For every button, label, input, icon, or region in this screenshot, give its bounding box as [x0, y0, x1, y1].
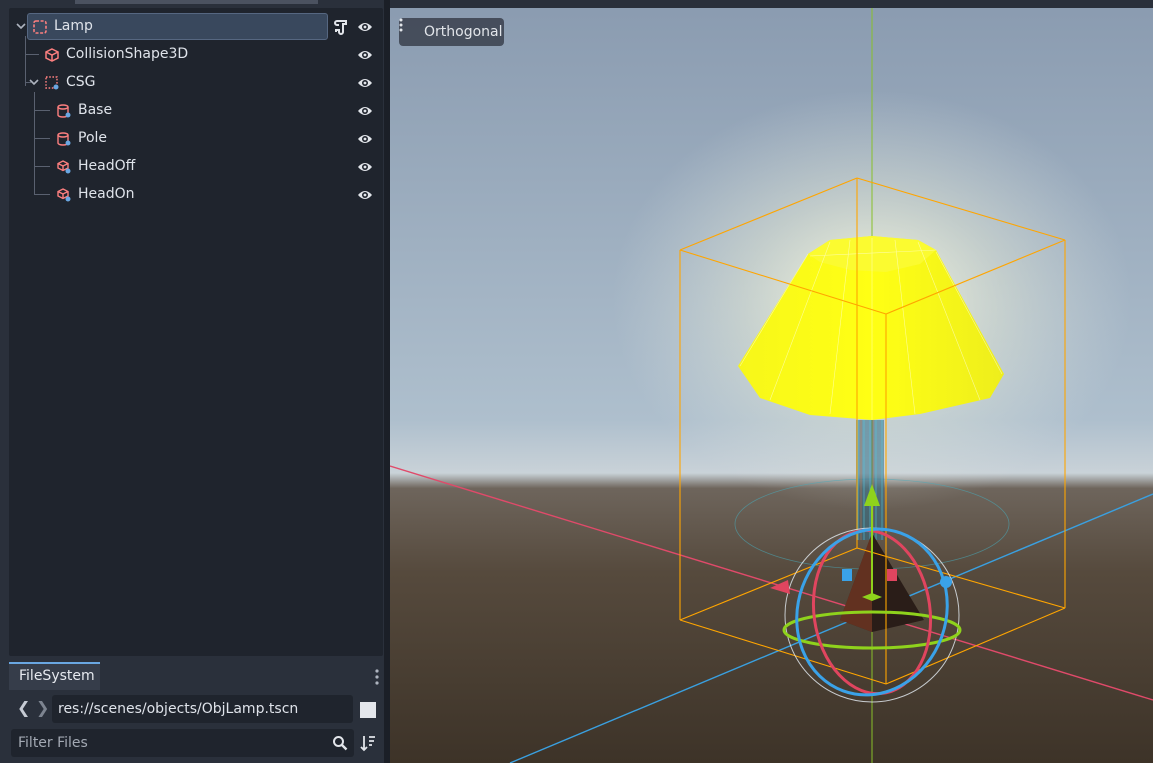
- scene-dock: Lamp CollisionShape3D CSG Base Pole Head…: [0, 0, 388, 660]
- kebab-menu-icon: [399, 18, 403, 32]
- tree-item-csg[interactable]: CSG: [9, 69, 383, 97]
- path-field[interactable]: res://scenes/objects/ObjLamp.tscn: [52, 695, 353, 723]
- gizmo-plane-handle-red[interactable]: [887, 569, 897, 581]
- gizmo-z-arrow[interactable]: [940, 576, 952, 588]
- visibility-eye-icon[interactable]: [357, 20, 373, 34]
- tree-item-base[interactable]: Base: [9, 97, 383, 125]
- collision-shape-icon: [45, 48, 59, 62]
- csg-cylinder-icon: [57, 104, 71, 118]
- search-icon: [333, 736, 348, 751]
- csg-mesh-icon: [57, 188, 71, 202]
- tree-item-collisionshape3d[interactable]: CollisionShape3D: [9, 41, 383, 69]
- visibility-eye-icon[interactable]: [357, 188, 373, 202]
- filter-files-input[interactable]: Filter Files: [11, 729, 354, 757]
- tree-item-label: HeadOn: [78, 186, 135, 202]
- tree-item-lamp[interactable]: Lamp: [9, 13, 383, 41]
- viewport-scene[interactable]: [390, 0, 1153, 763]
- csg-mesh-icon: [57, 160, 71, 174]
- tree-item-label: Pole: [78, 130, 108, 146]
- view-menu-button[interactable]: Orthogonal: [399, 18, 504, 46]
- forward-arrow-icon[interactable]: ❯: [36, 700, 49, 716]
- back-arrow-icon[interactable]: ❮: [17, 700, 30, 716]
- tree-item-pole[interactable]: Pole: [9, 125, 383, 153]
- viewport-toolbar-edge: [390, 0, 1153, 8]
- collapse-arrow-icon[interactable]: [16, 21, 26, 31]
- tab-filesystem[interactable]: FileSystem: [9, 662, 100, 690]
- visibility-eye-icon[interactable]: [357, 76, 373, 90]
- tree-item-label: HeadOff: [78, 158, 136, 174]
- visibility-eye-icon[interactable]: [357, 104, 373, 118]
- dock-menu-icon[interactable]: [372, 668, 382, 686]
- lamp-pole: [856, 420, 884, 540]
- scene-tree[interactable]: Lamp CollisionShape3D CSG Base Pole Head…: [9, 8, 383, 656]
- tree-item-label: Lamp: [54, 18, 93, 34]
- tree-item-headoff[interactable]: HeadOff: [9, 153, 383, 181]
- node3d-icon: [33, 20, 47, 34]
- visibility-eye-icon[interactable]: [357, 132, 373, 146]
- visibility-eye-icon[interactable]: [357, 160, 373, 174]
- visibility-eye-icon[interactable]: [357, 48, 373, 62]
- view-mode-label: Orthogonal: [424, 24, 503, 40]
- gizmo-plane-handle-blue[interactable]: [842, 569, 852, 581]
- filesystem-dock: FileSystem ❮ ❯ res://scenes/objects/ObjL…: [0, 660, 388, 763]
- tree-item-label: Base: [78, 102, 113, 118]
- csg-cylinder-icon: [57, 132, 71, 146]
- toggle-split-mode-icon[interactable]: [360, 702, 376, 718]
- tree-item-headon[interactable]: HeadOn: [9, 181, 383, 209]
- collapse-arrow-icon[interactable]: [29, 77, 39, 87]
- tree-item-label: CollisionShape3D: [66, 46, 189, 62]
- tree-item-label: CSG: [66, 74, 96, 90]
- script-icon[interactable]: [333, 19, 349, 35]
- csg-combiner-icon: [45, 76, 59, 90]
- scene-toolbar-edge: [75, 0, 318, 4]
- sort-icon[interactable]: [360, 734, 376, 752]
- 3d-viewport[interactable]: Orthogonal: [390, 0, 1153, 763]
